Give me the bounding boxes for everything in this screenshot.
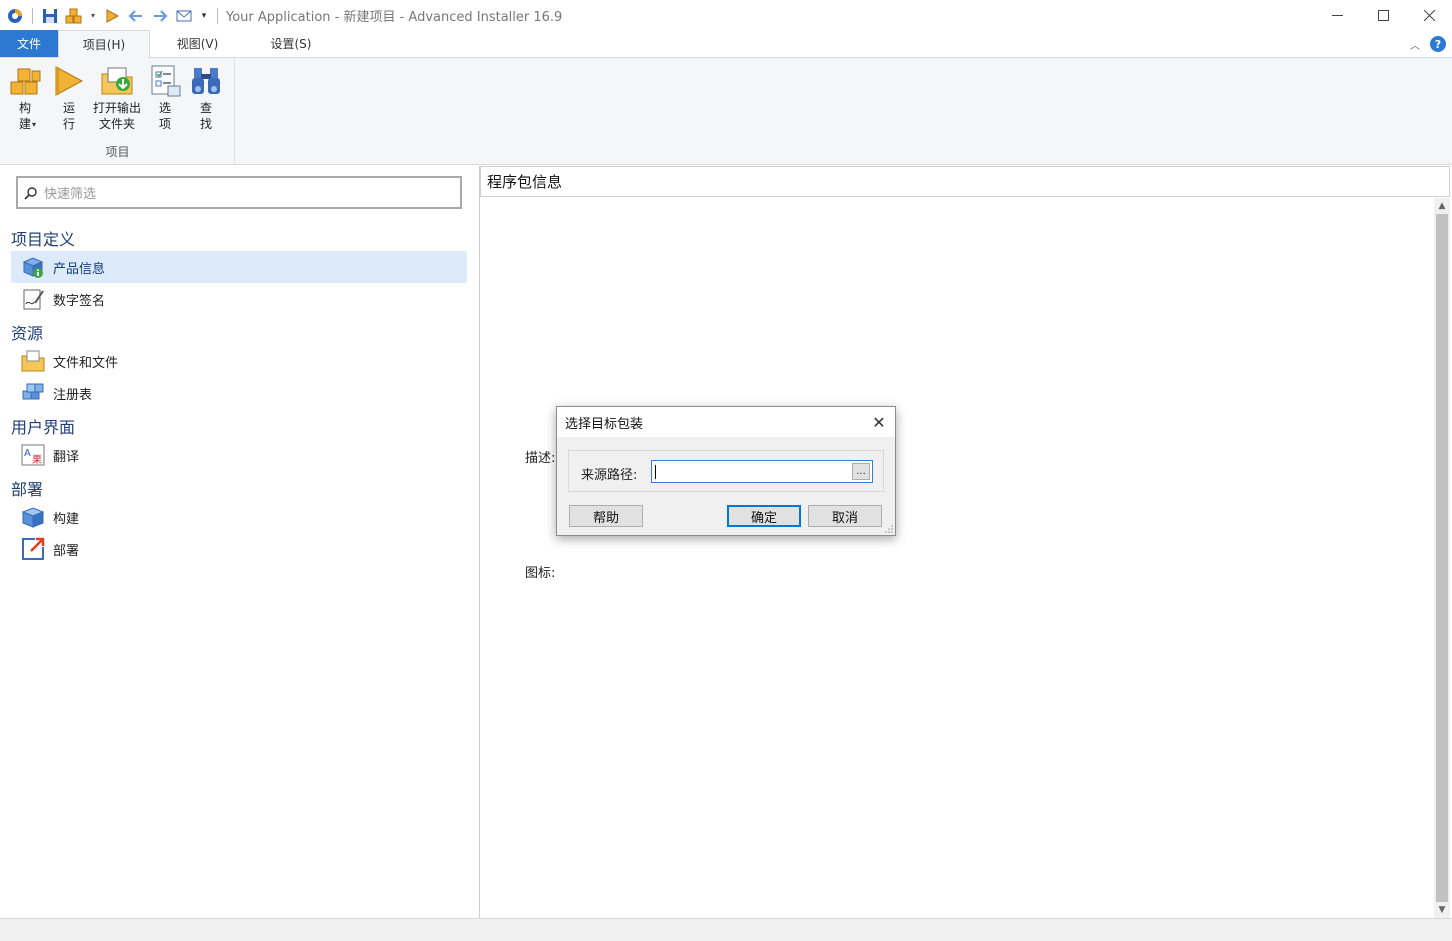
sidebar-item-label: 构建 (53, 511, 80, 527)
title-bar: ▾ ▾ Your Application - 新建项目 - Advanced I… (0, 0, 1452, 31)
find-button[interactable]: 查 找 (189, 64, 223, 132)
find-label: 查 找 (199, 101, 212, 131)
deploy-icon (21, 537, 45, 561)
run-label: 运 行 (62, 101, 75, 131)
svg-text:A: A (24, 448, 31, 459)
sidebar-item-translation[interactable]: A果 翻译 (11, 439, 467, 471)
app-logo-icon[interactable] (6, 7, 24, 25)
folder-icon (21, 349, 45, 373)
maximize-button[interactable] (1360, 0, 1406, 31)
minimize-button[interactable] (1314, 0, 1360, 31)
main-panel: 程序包信息 描述: 图标: ▲ ▼ (480, 166, 1452, 918)
ribbon-tabs: 文件 项目(H) 视图(V) 设置(S) (0, 30, 1452, 58)
sidebar-item-label: 产品信息 (53, 261, 106, 277)
resize-grip-icon[interactable] (885, 525, 893, 533)
sidebar-item-product-info[interactable]: 产品信息 (11, 251, 467, 283)
binoculars-icon (192, 68, 220, 94)
collapse-ribbon-icon[interactable]: ︿ (1410, 37, 1420, 52)
build-icon (10, 68, 41, 95)
dialog-title: 选择目标包装 (557, 407, 895, 437)
sidebar-item-build[interactable]: 构建 (11, 501, 467, 533)
vertical-scrollbar[interactable]: ▲ ▼ (1434, 198, 1450, 918)
chevron-down-icon: ▾ (32, 120, 37, 129)
run-button[interactable]: 运 行 (52, 64, 86, 132)
scroll-down-icon[interactable]: ▼ (1434, 902, 1450, 918)
tab-project[interactable]: 项目(H) (58, 30, 150, 58)
close-window-button[interactable] (1406, 0, 1452, 31)
help-icon[interactable]: ? (1430, 36, 1446, 52)
run-icon (55, 66, 84, 96)
source-path-group: 来源路径: ... (568, 450, 884, 492)
back-arrow-icon[interactable] (127, 7, 145, 25)
sidebar-item-label: 翻译 (53, 449, 80, 465)
sidebar-item-label: 注册表 (53, 387, 93, 403)
ribbon-group-label: 项目 (105, 145, 130, 159)
sidebar-item-files-and-folders[interactable]: 文件和文件 (11, 345, 467, 377)
open-output-folder-button[interactable]: 打开输出 文件夹 (93, 64, 141, 132)
status-bar (0, 918, 1452, 941)
browse-button[interactable]: ... (852, 463, 870, 480)
folder-download-icon (101, 67, 133, 95)
close-icon[interactable]: ✕ (869, 412, 889, 432)
toolbar-separator (32, 7, 33, 24)
tab-view[interactable]: 视图(V) (150, 30, 245, 57)
ribbon-right-controls: ︿ ? (1410, 36, 1446, 52)
navigation-panel: 快速筛选 项目定义 产品信息 数字签名 资源 文件和文件 注册表 用户界面 A果… (0, 166, 480, 918)
build-button[interactable]: 构 建 ▾ (8, 64, 42, 132)
search-placeholder: 快速筛选 (44, 187, 97, 202)
sidebar-item-label: 文件和文件 (53, 355, 119, 371)
translate-icon: A果 (21, 443, 45, 467)
product-info-icon (21, 255, 45, 279)
digital-signature-icon (21, 287, 45, 311)
sidebar-item-deploy[interactable]: 部署 (11, 533, 467, 565)
help-button[interactable]: 帮助 (569, 505, 643, 527)
ribbon-group-project: 构 建 ▾ 运 行 打开输出 文件夹 选 项 查 找 项目 (0, 58, 235, 164)
email-icon[interactable] (175, 7, 193, 25)
search-icon (24, 186, 37, 200)
tab-file[interactable]: 文件 (0, 30, 58, 57)
category-deployment: 部署 (11, 480, 44, 499)
build-label: 构 建 (18, 101, 31, 131)
quick-filter-input[interactable]: 快速筛选 (16, 176, 462, 209)
svg-text:果: 果 (32, 454, 42, 466)
registry-icon (21, 381, 45, 405)
options-button[interactable]: 选 项 (148, 64, 182, 132)
cancel-button[interactable]: 取消 (808, 505, 882, 527)
scrollbar-thumb[interactable] (1436, 214, 1448, 902)
description-label: 描述: (525, 451, 556, 466)
run-small-icon[interactable] (103, 7, 121, 25)
options-label: 选 项 (158, 101, 171, 131)
sidebar-item-label: 数字签名 (53, 293, 106, 309)
select-target-package-dialog: 选择目标包装 ✕ 来源路径: ... 帮助 确定 取消 (556, 406, 896, 536)
window-title: Your Application - 新建项目 - Advanced Insta… (226, 10, 563, 25)
source-path-label: 来源路径: (581, 468, 638, 483)
open-output-label: 打开输出 文件夹 (93, 101, 142, 131)
category-project-definition: 项目定义 (11, 230, 76, 249)
forward-arrow-icon[interactable] (151, 7, 169, 25)
quick-access-toolbar: ▾ ▾ (0, 0, 220, 31)
scroll-up-icon[interactable]: ▲ (1434, 198, 1450, 214)
ribbon: 构 建 ▾ 运 行 打开输出 文件夹 选 项 查 找 项目 (0, 58, 1452, 165)
ok-button[interactable]: 确定 (727, 505, 801, 527)
build-icon (21, 505, 45, 529)
icon-label: 图标: (525, 566, 556, 581)
build-small-icon[interactable] (65, 7, 83, 25)
text-caret (655, 465, 656, 479)
sidebar-item-registry[interactable]: 注册表 (11, 377, 467, 409)
category-user-interface: 用户界面 (11, 418, 76, 437)
source-path-input[interactable]: ... (651, 460, 873, 483)
tab-settings[interactable]: 设置(S) (245, 30, 337, 57)
save-icon[interactable] (41, 7, 59, 25)
window-controls (1314, 0, 1452, 31)
chevron-down-icon[interactable]: ▾ (89, 7, 97, 25)
sidebar-item-label: 部署 (53, 543, 80, 559)
options-icon (151, 65, 181, 97)
customize-toolbar-icon[interactable]: ▾ (199, 7, 209, 25)
sidebar-item-digital-signature[interactable]: 数字签名 (11, 283, 467, 315)
category-resources: 资源 (11, 324, 44, 343)
toolbar-separator (217, 7, 218, 24)
page-title: 程序包信息 (480, 166, 1450, 197)
